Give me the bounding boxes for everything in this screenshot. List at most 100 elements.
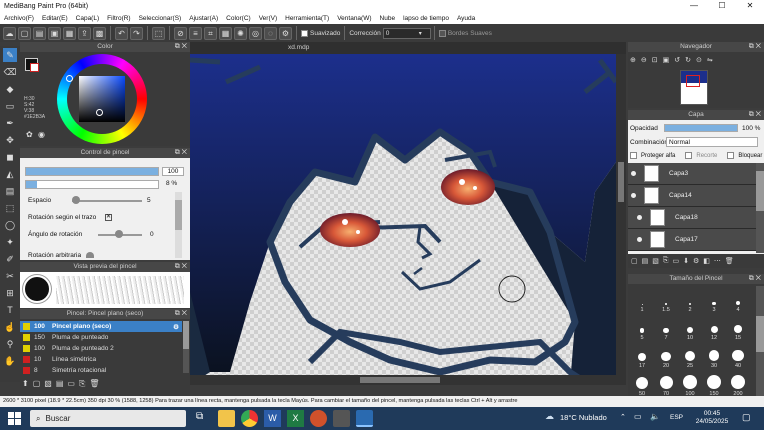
zoom-out-icon[interactable]: ⊖	[641, 56, 647, 64]
brush-tool-icon[interactable]: ✎	[3, 48, 17, 62]
panel-close-icon[interactable]: ⧉ ✕	[175, 262, 187, 272]
secondary-color-swatch[interactable]	[30, 63, 39, 72]
layer-opacity-slider[interactable]	[664, 124, 738, 132]
bucket-tool-icon[interactable]: ◭	[3, 167, 17, 181]
brush-cloud-icon[interactable]: ▤	[56, 379, 64, 389]
layer-list-scrollbar[interactable]	[756, 163, 764, 253]
correction-select[interactable]: 0	[382, 27, 431, 39]
brush-settings-gear-icon[interactable]: ⚙	[173, 323, 179, 331]
brush-size-option[interactable]: 30	[702, 343, 726, 369]
brush-size-option[interactable]: 3	[702, 287, 726, 313]
spacing-slider-handle[interactable]	[72, 196, 80, 204]
select-pen-icon[interactable]: ✐	[3, 252, 17, 266]
fit-icon[interactable]: ⊡	[652, 56, 658, 64]
word-icon[interactable]: W	[264, 410, 281, 427]
volume-icon[interactable]: 🔈	[650, 412, 660, 421]
medibang-taskbar-icon[interactable]	[356, 410, 373, 427]
layer-visibility-icon[interactable]	[637, 215, 642, 220]
brush-size-slider[interactable]	[25, 167, 159, 176]
cloud-icon[interactable]: ☁	[3, 26, 16, 40]
snap-circle-icon[interactable]: ◎	[249, 26, 262, 40]
layer-more-icon[interactable]: ⋯	[714, 257, 721, 265]
scrollbar-thumb[interactable]	[756, 171, 764, 211]
layer-row[interactable]: Capa3	[628, 163, 756, 185]
palette-icon[interactable]: ✿	[26, 130, 33, 139]
snap-settings-icon[interactable]: ⚙	[279, 26, 292, 40]
navigator-thumbnail[interactable]	[680, 70, 708, 105]
rotate-right-icon[interactable]: ↻	[685, 56, 691, 64]
brush-size-option[interactable]: 2	[678, 287, 702, 313]
brush-size-option[interactable]: 15	[726, 315, 750, 341]
select-tool-icon[interactable]: ⬚	[3, 201, 17, 215]
brush-size-option[interactable]: 200	[726, 371, 750, 397]
menu-help[interactable]: Ayuda	[453, 15, 479, 22]
opacity-slider[interactable]	[25, 180, 159, 189]
menu-tool[interactable]: Herramienta(T)	[281, 15, 333, 22]
select-eraser-icon[interactable]: ✂	[3, 269, 17, 283]
artwork[interactable]	[190, 42, 626, 385]
taskbar-search[interactable]: ⌕ Buscar	[30, 410, 186, 427]
export-icon[interactable]: ⇪	[78, 26, 91, 40]
brush-size-option[interactable]: 1.5	[654, 287, 678, 313]
scrollbar-thumb[interactable]	[183, 321, 189, 349]
menu-cloud[interactable]: Nube	[376, 15, 400, 22]
chrome-icon[interactable]	[241, 410, 258, 427]
save-icon[interactable]: ▣	[48, 26, 61, 40]
add-brush-icon[interactable]: ⬆	[22, 379, 29, 389]
clipping-checkbox[interactable]	[685, 152, 693, 159]
brush-size-option[interactable]: 10	[678, 315, 702, 341]
reset-rotation-icon[interactable]: ⊙	[696, 56, 702, 64]
file-explorer-icon[interactable]	[218, 410, 235, 427]
brush-folder-icon[interactable]: ▭	[67, 379, 75, 389]
task-view-icon[interactable]: ⧉	[196, 411, 203, 422]
snap-curve-icon[interactable]: ◌	[264, 26, 277, 40]
smooth-checkbox[interactable]	[301, 29, 308, 37]
operation-tool-icon[interactable]: ☝	[3, 320, 17, 334]
deselect-icon[interactable]: ⬚	[152, 26, 165, 40]
brush-list-scrollbar[interactable]	[183, 321, 189, 373]
brush-copy-icon[interactable]: ⎘	[79, 379, 85, 389]
divide-tool-icon[interactable]: ⊞	[3, 286, 17, 300]
redo-icon[interactable]: ↷	[130, 26, 143, 40]
brush-list-item[interactable]: 100 Pincel plano (seco) ⚙	[20, 321, 182, 332]
brush-size-value[interactable]: 100	[162, 167, 184, 176]
language-label[interactable]: ESP	[670, 414, 683, 421]
panel-close-icon[interactable]: ⧉ ✕	[749, 42, 761, 52]
canvas-vscroll-thumb[interactable]	[618, 162, 624, 202]
snap-grid-icon[interactable]: ▦	[219, 26, 232, 40]
merge-down-icon[interactable]: ⬇	[683, 257, 689, 265]
weather-icon[interactable]: ☁	[545, 411, 554, 422]
brush-size-option[interactable]: 4	[726, 287, 750, 313]
eyedropper-icon[interactable]: ⚲	[3, 337, 17, 351]
layer-visibility-icon[interactable]	[631, 171, 636, 176]
brush-list-item[interactable]: 8 Simetría rotacional	[20, 365, 182, 376]
fill-shape-icon[interactable]: ◼	[3, 150, 17, 164]
angle-slider-handle[interactable]	[115, 230, 123, 238]
document-tab[interactable]: xd.mdp	[190, 42, 626, 54]
menu-file[interactable]: Archivo(F)	[0, 15, 38, 22]
windows-start-icon[interactable]	[8, 412, 21, 425]
brush-size-option[interactable]: 70	[654, 371, 678, 397]
brush-size-option[interactable]: 1	[630, 287, 654, 313]
spacing-slider-track[interactable]	[72, 200, 142, 202]
blend-mode-select[interactable]: Normal	[666, 137, 758, 147]
new-file-icon[interactable]: ▢	[18, 26, 31, 40]
brush-size-option[interactable]: 7	[654, 315, 678, 341]
duplicate-layer-icon[interactable]: ⎘	[663, 257, 669, 265]
weather-label[interactable]: 18°C Nublado	[560, 413, 607, 422]
menu-timelapse[interactable]: lapso de tiempo	[399, 15, 453, 22]
tray-chevron-icon[interactable]: ⌃	[620, 413, 626, 421]
menu-select[interactable]: Seleccionar(S)	[135, 15, 186, 22]
snap-parallel-icon[interactable]: ≡	[189, 26, 202, 40]
add-layer-icon[interactable]: ▢	[631, 257, 638, 265]
duplicate-brush-icon[interactable]: ▧	[44, 379, 52, 389]
menu-edit[interactable]: Editar(E)	[38, 15, 72, 22]
add-halftone-layer-icon[interactable]: ▤	[642, 257, 649, 265]
layer-row[interactable]: Capa17	[628, 229, 756, 251]
menu-adjust[interactable]: Ajustar(A)	[185, 15, 222, 22]
hand-tool-icon[interactable]: ✋	[3, 354, 17, 368]
menu-layer[interactable]: Capa(L)	[72, 15, 103, 22]
undo-icon[interactable]: ↶	[115, 26, 128, 40]
scrollbar-thumb[interactable]	[756, 316, 764, 352]
camera-icon[interactable]	[333, 410, 350, 427]
